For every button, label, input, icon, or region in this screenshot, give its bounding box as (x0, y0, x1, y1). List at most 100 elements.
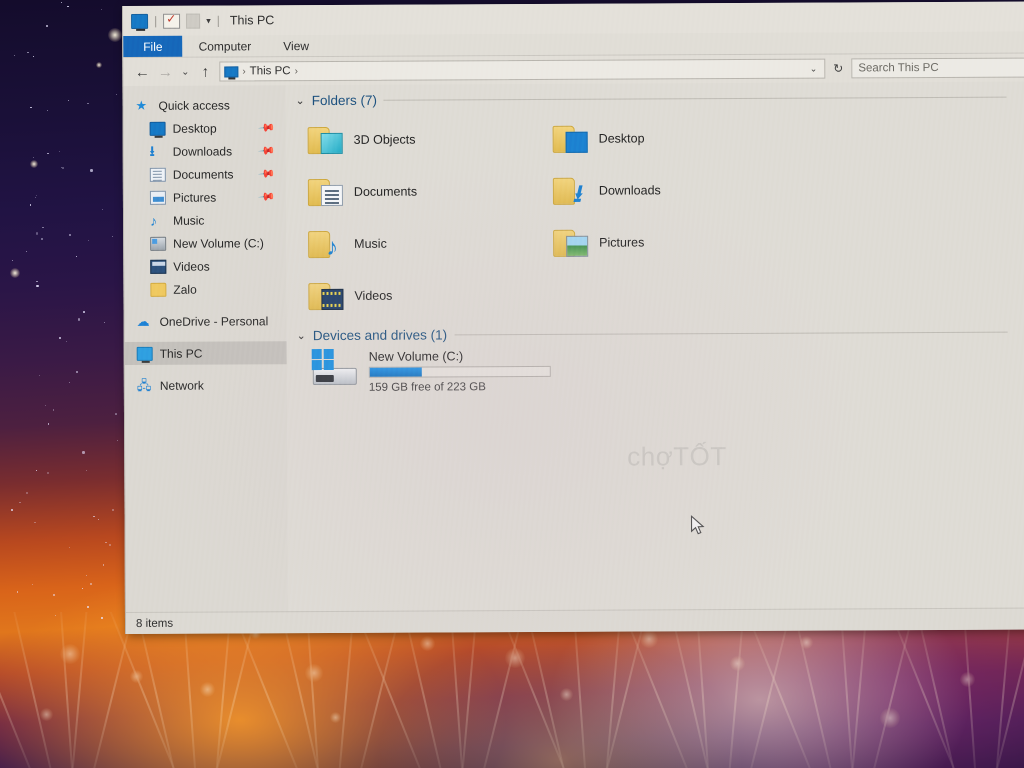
desktop-icon (149, 121, 166, 136)
folder-tiles: 3D Objects Desktop Documents ⭳ Downloads… (286, 111, 1024, 323)
downloads-icon: ⭳ (149, 142, 155, 159)
windows-drive-icon (311, 348, 357, 387)
tab-computer[interactable]: Computer (182, 35, 267, 56)
window-titlebar: | ▾ | This PC (122, 1, 1024, 36)
recent-locations-chevron-icon[interactable]: ⌄ (179, 66, 191, 77)
list-item-label: 3D Objects (353, 132, 416, 147)
group-divider (454, 331, 1008, 336)
search-input[interactable]: Search This PC (851, 57, 1024, 79)
tab-file[interactable]: File (123, 35, 183, 57)
folder-music-icon: ♪ (308, 229, 344, 261)
toolbar-divider-2: | (216, 13, 220, 28)
sidebar-item-label: Zalo (173, 282, 197, 297)
refresh-icon[interactable]: ↻ (830, 61, 846, 75)
group-title: Folders (7) (311, 92, 377, 109)
properties-icon[interactable] (163, 13, 181, 29)
list-item[interactable]: ⭳ Downloads (552, 164, 798, 217)
folder-documents-icon (307, 177, 344, 207)
list-item-label: Pictures (599, 235, 645, 250)
sidebar-item-desktop[interactable]: Desktop 📌 (124, 116, 286, 140)
list-item[interactable]: Pictures (553, 216, 798, 269)
pin-icon[interactable]: 📌 (257, 141, 276, 160)
folder-pictures-icon (553, 228, 589, 258)
properties-monitor-icon[interactable] (131, 13, 149, 29)
drive-free-space-text: 159 GB free of 223 GB (368, 381, 486, 394)
folder-downloads-icon: ⭳ (552, 176, 589, 208)
up-button[interactable]: ↑ (196, 63, 214, 80)
sidebar-item-label: Documents (172, 166, 234, 182)
sidebar-item-label: Downloads (172, 143, 233, 159)
list-item[interactable]: Videos (308, 269, 553, 322)
sidebar-item-label: OneDrive - Personal (159, 313, 269, 329)
pin-icon[interactable]: 📌 (258, 187, 277, 206)
tab-view[interactable]: View (267, 35, 325, 56)
sidebar-item-zalo[interactable]: Zalo (124, 277, 286, 301)
breadcrumb-item[interactable]: This PC (250, 65, 291, 77)
cloud-icon: ☁ (136, 313, 150, 329)
sidebar-item-this-pc[interactable]: This PC (124, 341, 287, 365)
status-bar: 8 items (125, 607, 1024, 634)
sidebar-item-quick-access[interactable]: ★ Quick access (123, 93, 285, 117)
chevron-down-icon[interactable]: ⌄ (295, 94, 304, 107)
customize-chevron-icon[interactable]: ▾ (206, 15, 211, 26)
group-header-devices[interactable]: ⌄ Devices and drives (1) (287, 325, 1024, 344)
window-title: This PC (229, 13, 275, 28)
forward-button[interactable]: → (156, 63, 174, 80)
network-icon: 🖧 (136, 377, 152, 393)
back-button[interactable]: ← (133, 63, 151, 80)
address-input[interactable]: › 3D Objects This PC › ⌄ (219, 58, 826, 82)
drive-info: New Volume (C:) 159 GB free of 223 GB (369, 348, 551, 394)
list-item-label: Videos (354, 288, 393, 303)
mouse-cursor (690, 515, 705, 535)
sidebar-item-label: Network (159, 378, 204, 393)
navigation-pane: ★ Quick access Desktop 📌 ⭳ Downloads 📌 D… (123, 85, 289, 621)
pin-icon[interactable]: 📌 (258, 164, 277, 183)
folder-videos-icon (308, 281, 344, 311)
file-explorer-window: | ▾ | This PC File Computer View ← → ⌄ ↑… (122, 1, 1024, 634)
documents-icon (149, 167, 166, 182)
list-item[interactable]: Desktop (552, 112, 798, 165)
group-header-folders[interactable]: ⌄ Folders (7) (285, 90, 1024, 109)
list-item[interactable]: 3D Objects (307, 113, 553, 166)
sidebar-item-documents[interactable]: Documents 📌 (124, 162, 286, 186)
wallpaper-streaks-decoration (0, 612, 1024, 768)
sidebar-item-pictures[interactable]: Pictures 📌 (124, 185, 286, 209)
sidebar-item-label: Videos (173, 259, 210, 274)
list-item-label: Desktop (598, 131, 645, 146)
list-item-label: Downloads (598, 183, 661, 198)
breadcrumb-separator-2[interactable]: › (295, 66, 298, 77)
sidebar-item-new-volume-c[interactable]: New Volume (C:) (124, 231, 286, 255)
drive-name: New Volume (C:) (368, 349, 464, 364)
group-divider (383, 96, 1007, 101)
sidebar-item-downloads[interactable]: ⭳ Downloads 📌 (124, 139, 286, 163)
list-item[interactable]: ♪ Music (308, 217, 553, 270)
folder-icon (150, 282, 167, 297)
window-body: ★ Quick access Desktop 📌 ⭳ Downloads 📌 D… (123, 81, 1024, 621)
blank-button[interactable] (186, 13, 201, 29)
folder-3d-objects-icon (307, 125, 344, 155)
table-row[interactable]: New Volume (C:) 159 GB free of 223 GB (287, 346, 1024, 395)
sidebar-item-network[interactable]: 🖧 Network (125, 373, 287, 397)
sidebar-item-label: Desktop (172, 121, 217, 136)
watermark-text: chợTỐT (627, 441, 727, 472)
sidebar-item-videos[interactable]: Videos (124, 254, 286, 278)
drive-capacity-bar (368, 365, 551, 378)
sidebar-item-music[interactable]: ♪ Music (124, 208, 286, 232)
address-empty-area[interactable] (302, 69, 803, 71)
star-icon: ★ (135, 97, 148, 113)
chevron-down-icon[interactable]: ⌄ (297, 329, 306, 342)
pictures-icon (149, 190, 166, 205)
list-item[interactable]: Documents (307, 165, 553, 218)
desktop-wallpaper: | ▾ | This PC File Computer View ← → ⌄ ↑… (0, 0, 1024, 768)
pin-icon[interactable]: 📌 (257, 118, 276, 137)
toolbar-divider: | (154, 13, 158, 28)
sidebar-item-label: Pictures (172, 190, 217, 205)
content-pane[interactable]: ⌄ Folders (7) 3D Objects Desktop Documen… (285, 81, 1024, 621)
this-pc-icon (136, 346, 153, 361)
address-dropdown-chevron-icon[interactable]: ⌄ (807, 63, 821, 74)
videos-icon (150, 259, 167, 274)
sidebar-item-onedrive[interactable]: ☁ OneDrive - Personal (124, 309, 286, 333)
item-count-label: 8 items (135, 617, 174, 630)
address-bar-row: ← → ⌄ ↑ › 3D Objects This PC › ⌄ ↻ Searc… (123, 53, 1024, 86)
this-pc-icon (224, 65, 239, 78)
